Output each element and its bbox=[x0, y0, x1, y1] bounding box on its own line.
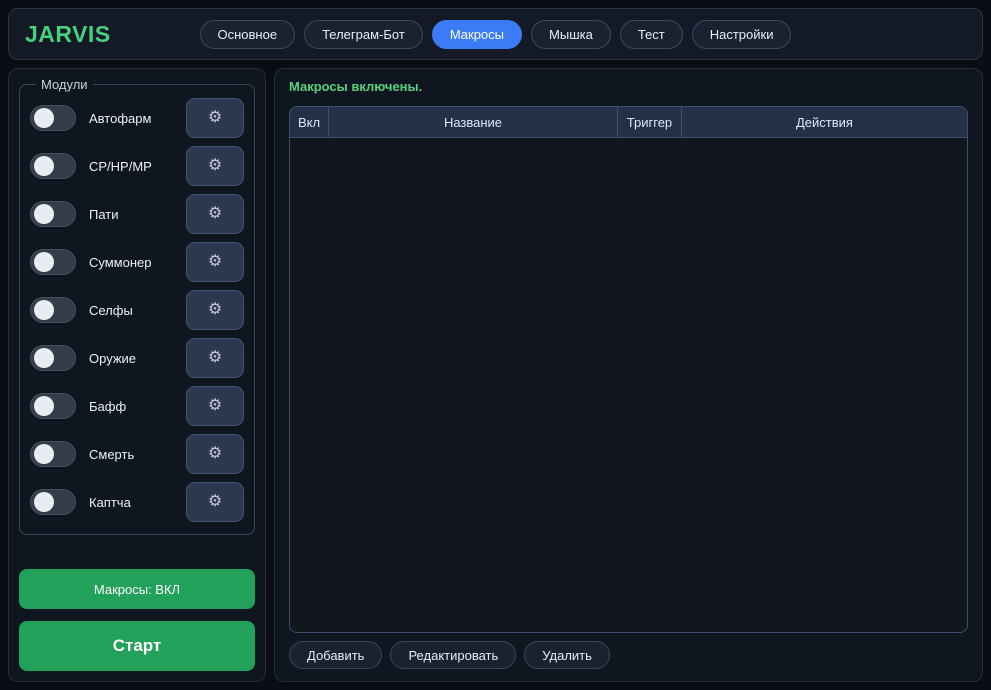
module-row-autofarm: Автофарм ⚙ bbox=[30, 94, 244, 142]
module-settings-button-party[interactable]: ⚙ bbox=[186, 194, 244, 234]
gear-icon: ⚙ bbox=[208, 398, 222, 414]
toggle-knob bbox=[34, 204, 54, 224]
macros-action-bar: Добавить Редактировать Удалить bbox=[289, 641, 968, 669]
delete-macro-button[interactable]: Удалить bbox=[524, 641, 610, 669]
modules-legend: Модули bbox=[36, 77, 93, 92]
module-toggle-autofarm[interactable] bbox=[30, 105, 76, 131]
module-row-captcha: Каптча ⚙ bbox=[30, 478, 244, 526]
tab-bar: Основное Телеграм-Бот Макросы Мышка Тест… bbox=[200, 20, 792, 49]
tab-test[interactable]: Тест bbox=[620, 20, 683, 49]
module-settings-button-weapon[interactable]: ⚙ bbox=[186, 338, 244, 378]
toggle-knob bbox=[34, 444, 54, 464]
macros-panel: Макросы включены. Вкл Название Триггер Д… bbox=[274, 68, 983, 682]
add-macro-button[interactable]: Добавить bbox=[289, 641, 382, 669]
module-toggle-death[interactable] bbox=[30, 441, 76, 467]
edit-macro-button[interactable]: Редактировать bbox=[390, 641, 516, 669]
module-row-party: Пати ⚙ bbox=[30, 190, 244, 238]
gear-icon: ⚙ bbox=[208, 110, 222, 126]
toggle-knob bbox=[34, 252, 54, 272]
module-label-summoner: Суммонер bbox=[89, 255, 186, 270]
tab-osnovnoe[interactable]: Основное bbox=[200, 20, 296, 49]
module-toggle-buff[interactable] bbox=[30, 393, 76, 419]
module-toggle-weapon[interactable] bbox=[30, 345, 76, 371]
tab-myshka[interactable]: Мышка bbox=[531, 20, 611, 49]
toggle-knob bbox=[34, 492, 54, 512]
module-settings-button-death[interactable]: ⚙ bbox=[186, 434, 244, 474]
module-row-cp-hp-mp: СР/НР/МР ⚙ bbox=[30, 142, 244, 190]
column-header-name: Название bbox=[329, 107, 618, 137]
module-row-buff: Бафф ⚙ bbox=[30, 382, 244, 430]
gear-icon: ⚙ bbox=[208, 350, 222, 366]
macros-table-header: Вкл Название Триггер Действия bbox=[290, 107, 967, 138]
module-settings-button-selfy[interactable]: ⚙ bbox=[186, 290, 244, 330]
module-toggle-party[interactable] bbox=[30, 201, 76, 227]
toggle-knob bbox=[34, 300, 54, 320]
module-label-weapon: Оружие bbox=[89, 351, 186, 366]
gear-icon: ⚙ bbox=[208, 158, 222, 174]
tab-makrosy[interactable]: Макросы bbox=[432, 20, 522, 49]
header-bar: JARVIS Основное Телеграм-Бот Макросы Мыш… bbox=[8, 8, 983, 60]
module-toggle-selfy[interactable] bbox=[30, 297, 76, 323]
toggle-knob bbox=[34, 348, 54, 368]
toggle-knob bbox=[34, 156, 54, 176]
module-row-selfy: Селфы ⚙ bbox=[30, 286, 244, 334]
toggle-knob bbox=[34, 108, 54, 128]
modules-sidebar: Модули Автофарм ⚙ СР/НР/М bbox=[8, 68, 266, 682]
module-label-selfy: Селфы bbox=[89, 303, 186, 318]
gear-icon: ⚙ bbox=[208, 206, 222, 222]
gear-icon: ⚙ bbox=[208, 446, 222, 462]
gear-icon: ⚙ bbox=[208, 494, 222, 510]
macros-status-text: Макросы включены. bbox=[289, 79, 968, 94]
modules-list: Автофарм ⚙ СР/НР/МР ⚙ bbox=[30, 94, 244, 526]
module-row-summoner: Суммонер ⚙ bbox=[30, 238, 244, 286]
module-toggle-cp-hp-mp[interactable] bbox=[30, 153, 76, 179]
module-settings-button-cp-hp-mp[interactable]: ⚙ bbox=[186, 146, 244, 186]
gear-icon: ⚙ bbox=[208, 302, 222, 318]
module-toggle-captcha[interactable] bbox=[30, 489, 76, 515]
column-header-trigger: Триггер bbox=[618, 107, 682, 137]
app-logo: JARVIS bbox=[25, 9, 111, 59]
module-label-captcha: Каптча bbox=[89, 495, 186, 510]
module-label-death: Смерть bbox=[89, 447, 186, 462]
macros-table-body[interactable] bbox=[290, 138, 967, 632]
toggle-knob bbox=[34, 396, 54, 416]
module-row-death: Смерть ⚙ bbox=[30, 430, 244, 478]
module-label-autofarm: Автофарм bbox=[89, 111, 186, 126]
gear-icon: ⚙ bbox=[208, 254, 222, 270]
macros-state-button[interactable]: Макросы: ВКЛ bbox=[19, 569, 255, 609]
tab-nastroyki[interactable]: Настройки bbox=[692, 20, 792, 49]
module-toggle-summoner[interactable] bbox=[30, 249, 76, 275]
module-label-cp-hp-mp: СР/НР/МР bbox=[89, 159, 186, 174]
column-header-on: Вкл bbox=[290, 107, 329, 137]
modules-groupbox: Модули Автофарм ⚙ СР/НР/М bbox=[19, 77, 255, 535]
module-label-party: Пати bbox=[89, 207, 186, 222]
module-label-buff: Бафф bbox=[89, 399, 186, 414]
module-settings-button-captcha[interactable]: ⚙ bbox=[186, 482, 244, 522]
module-settings-button-autofarm[interactable]: ⚙ bbox=[186, 98, 244, 138]
module-settings-button-summoner[interactable]: ⚙ bbox=[186, 242, 244, 282]
tab-telegram-bot[interactable]: Телеграм-Бот bbox=[304, 20, 423, 49]
start-button[interactable]: Старт bbox=[19, 621, 255, 671]
module-row-weapon: Оружие ⚙ bbox=[30, 334, 244, 382]
macros-table: Вкл Название Триггер Действия bbox=[289, 106, 968, 633]
module-settings-button-buff[interactable]: ⚙ bbox=[186, 386, 244, 426]
column-header-actions: Действия bbox=[682, 107, 967, 137]
